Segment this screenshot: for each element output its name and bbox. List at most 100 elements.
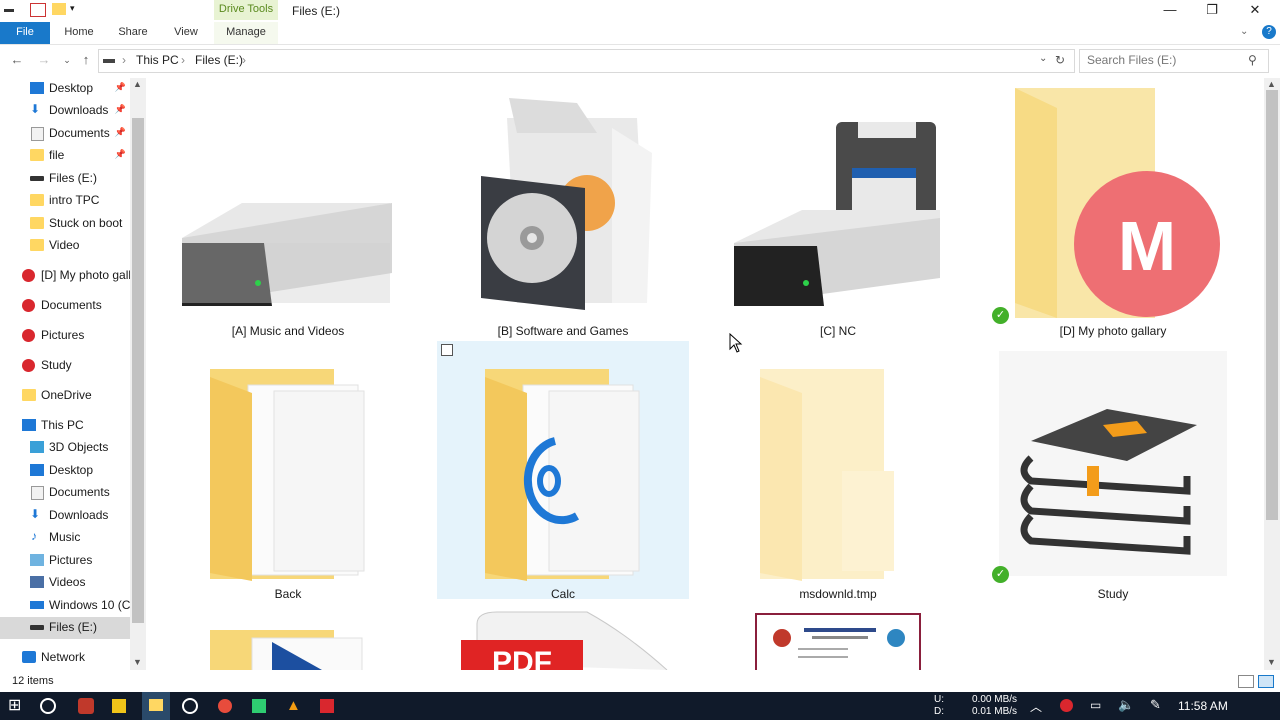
- refresh-icon[interactable]: ↻: [1055, 53, 1065, 67]
- pin-icon: 📌: [114, 104, 126, 114]
- downloads-icon: ⬇: [30, 102, 41, 116]
- search-placeholder: Search Files (E:): [1087, 53, 1177, 67]
- nav-item-mega-documents[interactable]: Documents: [0, 295, 130, 317]
- file-item[interactable]: [A] Music and Videos: [162, 78, 414, 338]
- properties-icon[interactable]: [30, 3, 46, 17]
- forward-icon[interactable]: →: [36, 52, 52, 68]
- file-item[interactable]: msdownld.tmp: [712, 341, 964, 601]
- nav-item-onedrive[interactable]: OneDrive: [0, 385, 130, 407]
- file-item[interactable]: [162, 604, 414, 670]
- start-icon[interactable]: ⊞: [8, 696, 28, 716]
- drive-with-floppy-icon: [734, 122, 940, 306]
- scroll-up-icon[interactable]: ▲: [133, 79, 142, 89]
- help-icon[interactable]: ?: [1262, 25, 1276, 39]
- tab-view[interactable]: View: [164, 22, 208, 44]
- mega-icon: [22, 299, 35, 312]
- nav-item-this-pc[interactable]: This PC: [0, 415, 130, 437]
- search-icon[interactable]: ⚲: [1248, 53, 1257, 67]
- books-icon: [999, 351, 1227, 576]
- large-icons-view-icon[interactable]: [1258, 675, 1274, 688]
- file-item[interactable]: Back: [162, 341, 414, 601]
- nav-item-mega-study[interactable]: Study: [0, 355, 130, 377]
- nav-item-music[interactable]: ♪ Music: [0, 527, 130, 549]
- nav-item-mega-pictures[interactable]: Pictures: [0, 325, 130, 347]
- chrome-icon[interactable]: [218, 699, 232, 713]
- media-app-icon[interactable]: [182, 698, 198, 714]
- scroll-down-icon[interactable]: ▼: [1267, 657, 1276, 667]
- mega-tray-icon[interactable]: [1060, 699, 1073, 712]
- nav-item-intro-tpc[interactable]: intro TPC: [0, 190, 130, 212]
- file-item[interactable]: [B] Software and Games: [437, 78, 689, 338]
- net-down-speed: 0.01 MB/s: [972, 706, 1018, 717]
- scroll-down-icon[interactable]: ▼: [133, 657, 142, 667]
- restore-button[interactable]: ❐: [1190, 0, 1234, 22]
- breadcrumb-files-e[interactable]: Files (E:): [195, 53, 243, 67]
- recent-locations-icon[interactable]: ⌄: [59, 52, 75, 68]
- content-scrollbar-thumb[interactable]: [1266, 90, 1278, 520]
- mega-icon: [22, 269, 35, 282]
- sync-check-icon: ✓: [992, 566, 1009, 583]
- nav-item-files-e[interactable]: Files (E:): [0, 168, 130, 190]
- selection-checkbox[interactable]: [441, 344, 453, 356]
- search-icon[interactable]: [40, 698, 56, 714]
- pdf-app-icon[interactable]: [78, 698, 94, 714]
- nav-item-downloads[interactable]: ⬇ Downloads 📌: [0, 100, 130, 122]
- nav-item-documents-pc[interactable]: Documents: [0, 482, 130, 504]
- folder-icon: [210, 630, 363, 670]
- new-folder-icon[interactable]: [52, 3, 66, 15]
- clock[interactable]: 11:58 AM: [1178, 699, 1228, 713]
- show-hidden-icons-icon[interactable]: ︿: [1030, 698, 1042, 715]
- file-item[interactable]: [712, 604, 964, 670]
- nav-item-file[interactable]: file 📌: [0, 145, 130, 167]
- nav-item-downloads-pc[interactable]: ⬇ Downloads: [0, 505, 130, 527]
- breadcrumb-separator-icon: ›: [122, 53, 126, 67]
- pen-icon[interactable]: ✎: [1150, 697, 1161, 713]
- net-up-label: U:: [934, 694, 944, 705]
- file-item[interactable]: ✓ Study: [987, 341, 1239, 601]
- pc-icon: [22, 419, 36, 431]
- close-button[interactable]: ✕: [1233, 0, 1277, 22]
- up-icon[interactable]: ↑: [78, 52, 94, 68]
- nav-item-files-e-pc[interactable]: Files (E:): [0, 617, 130, 639]
- back-icon[interactable]: ←: [9, 52, 25, 68]
- nav-item-network[interactable]: Network: [0, 647, 130, 669]
- app-menu-icon[interactable]: [4, 3, 14, 19]
- nav-item-windows-c[interactable]: Windows 10 (C:): [0, 595, 130, 617]
- battery-icon[interactable]: ▭: [1090, 698, 1101, 712]
- nav-item-videos[interactable]: Videos: [0, 572, 130, 594]
- item-label: msdownld.tmp: [799, 587, 877, 601]
- desktop-icon: [30, 464, 44, 476]
- customize-toolbar-icon[interactable]: ▾: [70, 3, 80, 19]
- nav-item-video[interactable]: Video: [0, 235, 130, 257]
- nav-item-mega-photo-gallery[interactable]: [D] My photo gall: [0, 265, 130, 287]
- nav-item-stuck-on-boot[interactable]: Stuck on boot: [0, 213, 130, 235]
- file-item[interactable]: M ✓ [D] My photo gallary: [987, 78, 1239, 338]
- address-dropdown-icon[interactable]: ⌄: [1039, 53, 1047, 64]
- nav-item-documents[interactable]: Documents 📌: [0, 123, 130, 145]
- file-item-selected[interactable]: Calc: [437, 341, 689, 601]
- nav-item-desktop[interactable]: Desktop 📌: [0, 78, 130, 100]
- file-item[interactable]: PDF: [437, 604, 689, 670]
- details-view-icon[interactable]: [1238, 675, 1254, 688]
- tab-home[interactable]: Home: [56, 22, 102, 44]
- tab-share[interactable]: Share: [110, 22, 156, 44]
- nav-item-desktop-pc[interactable]: Desktop: [0, 460, 130, 482]
- minimize-button[interactable]: —: [1148, 0, 1192, 22]
- tab-manage[interactable]: Manage: [214, 22, 278, 44]
- scroll-up-icon[interactable]: ▲: [1267, 79, 1276, 89]
- vlc-icon[interactable]: ▲: [286, 696, 306, 716]
- app-icon[interactable]: [320, 699, 334, 713]
- expand-ribbon-icon[interactable]: ⌄: [1240, 26, 1248, 37]
- software-box-icon: [481, 98, 652, 310]
- file-item[interactable]: [C] NC: [712, 78, 964, 338]
- volume-icon[interactable]: 🔈: [1118, 697, 1134, 713]
- tab-file[interactable]: File: [0, 22, 50, 44]
- breadcrumb-this-pc[interactable]: This PC: [136, 53, 179, 67]
- nav-scrollbar-thumb[interactable]: [132, 118, 144, 623]
- nav-item-pictures[interactable]: Pictures: [0, 550, 130, 572]
- store-icon[interactable]: [112, 699, 126, 713]
- nav-item-3d-objects[interactable]: 3D Objects: [0, 437, 130, 459]
- spreadsheet-app-icon[interactable]: [252, 699, 266, 713]
- drive-icon: [30, 601, 44, 609]
- file-explorer-icon[interactable]: [142, 692, 170, 720]
